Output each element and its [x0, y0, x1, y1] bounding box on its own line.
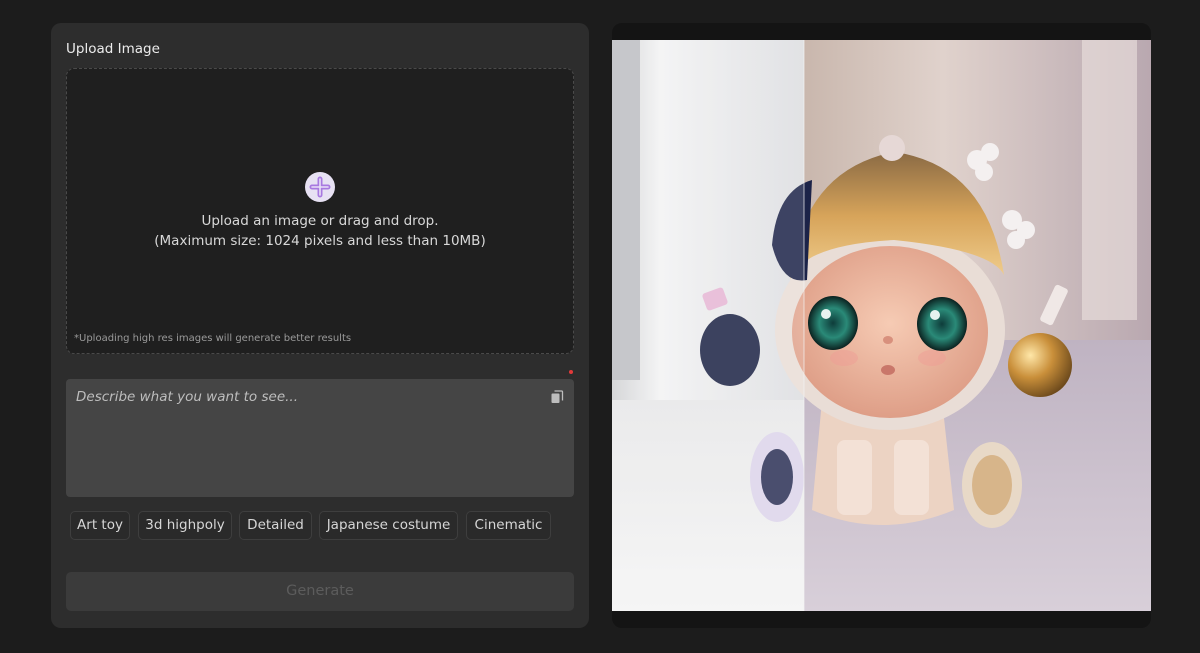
tag-art-toy[interactable]: Art toy — [70, 511, 130, 540]
tag-japanese-costume[interactable]: Japanese costume — [319, 511, 458, 540]
plus-icon[interactable] — [305, 172, 335, 202]
example-preview-image — [612, 40, 1151, 611]
preview-panel — [612, 23, 1151, 628]
required-indicator — [569, 370, 573, 374]
upload-panel: Upload Image Upload an image or drag and… — [51, 23, 589, 628]
upload-image-title: Upload Image — [66, 41, 160, 57]
dropzone-hint: *Uploading high res images will generate… — [74, 333, 352, 344]
prompt-textarea[interactable]: Describe what you want to see... — [66, 379, 574, 497]
tag-cinematic[interactable]: Cinematic — [466, 511, 551, 540]
tag-detailed[interactable]: Detailed — [239, 511, 312, 540]
copy-icon[interactable] — [550, 390, 564, 404]
dropzone-size-limit: (Maximum size: 1024 pixels and less than… — [154, 233, 486, 249]
prompt-placeholder: Describe what you want to see... — [76, 389, 298, 405]
dropzone-instruction: Upload an image or drag and drop. — [201, 213, 439, 229]
image-dropzone[interactable]: Upload an image or drag and drop. (Maxim… — [66, 68, 574, 354]
tag-3d-highpoly[interactable]: 3d highpoly — [138, 511, 232, 540]
generate-button[interactable]: Generate — [66, 572, 574, 611]
